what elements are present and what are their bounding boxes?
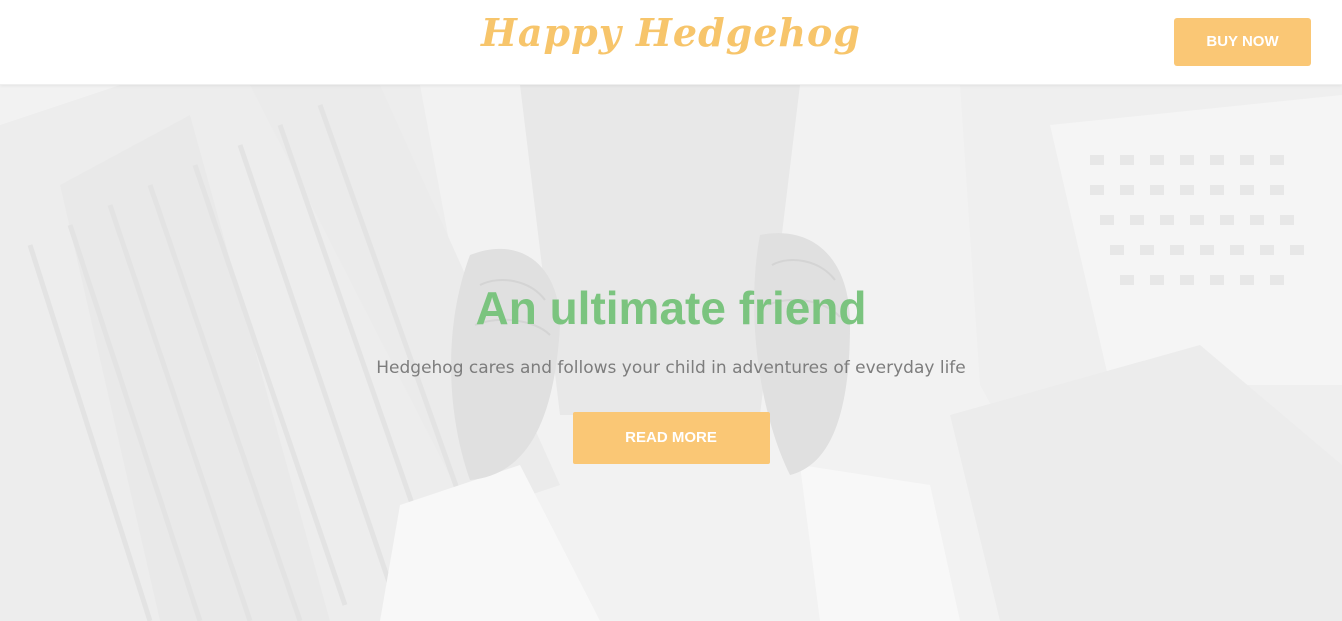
landing-page: Happy Hedgehog BUY NOW An ultimate frien… [0,0,1342,621]
read-more-button[interactable]: READ MORE [572,412,770,464]
hero-title: An ultimate friend [475,282,867,334]
site-logo[interactable]: Happy Hedgehog [0,10,1342,55]
site-header: Happy Hedgehog BUY NOW [0,0,1342,85]
hero-subtitle: Hedgehog cares and follows your child in… [376,358,966,378]
hero-content: An ultimate friend Hedgehog cares and fo… [0,280,1342,464]
buy-now-button[interactable]: BUY NOW [1174,18,1311,66]
hero-section: An ultimate friend Hedgehog cares and fo… [0,85,1342,621]
